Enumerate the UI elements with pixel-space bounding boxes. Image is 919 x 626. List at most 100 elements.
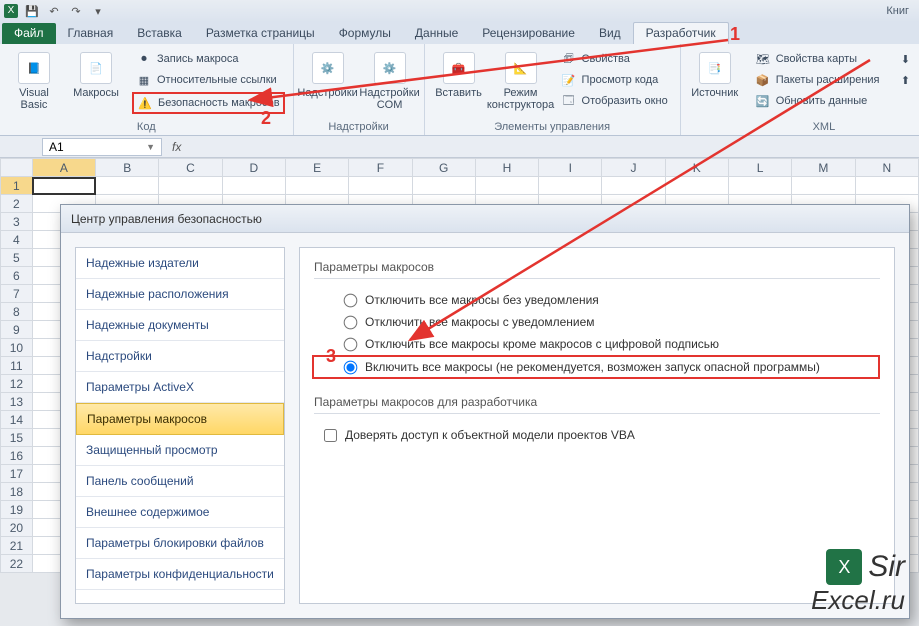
nav-item[interactable]: Надстройки <box>76 341 284 372</box>
macro-option[interactable]: Отключить все макросы с уведомлением <box>314 311 880 333</box>
column-header[interactable]: L <box>728 159 791 177</box>
macro-option[interactable]: Включить все макросы (не рекомендуется, … <box>312 355 880 379</box>
row-header[interactable]: 16 <box>1 447 33 465</box>
column-header[interactable]: A <box>32 159 95 177</box>
view-code-button[interactable]: 📝 Просмотр кода <box>557 71 672 89</box>
select-all-corner[interactable] <box>1 159 33 177</box>
column-header[interactable]: D <box>222 159 285 177</box>
macro-option[interactable]: Отключить все макросы без уведомления <box>314 289 880 311</box>
radio[interactable] <box>344 360 358 374</box>
map-properties-button[interactable]: 🗺 Свойства карты <box>751 50 884 68</box>
expansion-packs-button[interactable]: 📦 Пакеты расширения <box>751 71 884 89</box>
tab-view[interactable]: Вид <box>587 23 633 44</box>
column-header[interactable]: N <box>855 159 918 177</box>
cell[interactable] <box>285 177 348 195</box>
design-mode-button[interactable]: 📐 Режим конструктора <box>495 50 547 111</box>
nav-item[interactable]: Панель сообщений <box>76 466 284 497</box>
row-header[interactable]: 22 <box>1 555 33 573</box>
tab-insert[interactable]: Вставка <box>125 23 194 44</box>
redo-icon[interactable]: ↷ <box>68 3 84 19</box>
xml-export-button[interactable]: ⬆ Экспор <box>894 71 919 89</box>
name-box[interactable]: A1 ▼ <box>42 138 162 156</box>
xml-import-button[interactable]: ⬇ Импор <box>894 50 919 68</box>
cell[interactable] <box>96 177 159 195</box>
row-header[interactable]: 1 <box>1 177 33 195</box>
row-header[interactable]: 8 <box>1 303 33 321</box>
nav-item[interactable]: Параметры макросов <box>76 403 284 435</box>
row-header[interactable]: 18 <box>1 483 33 501</box>
cell[interactable] <box>222 177 285 195</box>
nav-item[interactable]: Защищенный просмотр <box>76 435 284 466</box>
insert-controls-button[interactable]: 🧰 Вставить <box>433 50 485 99</box>
nav-item[interactable]: Параметры блокировки файлов <box>76 528 284 559</box>
row-header[interactable]: 6 <box>1 267 33 285</box>
macro-option[interactable]: Отключить все макросы кроме макросов с ц… <box>314 333 880 355</box>
tab-data[interactable]: Данные <box>403 23 470 44</box>
nav-item[interactable]: Надежные расположения <box>76 279 284 310</box>
row-header[interactable]: 9 <box>1 321 33 339</box>
tab-page-layout[interactable]: Разметка страницы <box>194 23 327 44</box>
cell[interactable] <box>475 177 538 195</box>
row-header[interactable]: 10 <box>1 339 33 357</box>
row-header[interactable]: 3 <box>1 213 33 231</box>
save-icon[interactable]: 💾 <box>24 3 40 19</box>
column-header[interactable]: J <box>602 159 665 177</box>
radio[interactable] <box>344 293 358 307</box>
tab-developer[interactable]: Разработчик <box>633 22 729 44</box>
column-header[interactable]: E <box>285 159 348 177</box>
trust-vba-checkbox[interactable] <box>324 429 337 442</box>
cell[interactable] <box>602 177 665 195</box>
column-header[interactable]: C <box>159 159 222 177</box>
cell[interactable] <box>855 177 918 195</box>
refresh-data-button[interactable]: 🔄 Обновить данные <box>751 92 884 110</box>
visual-basic-button[interactable]: 📘 Visual Basic <box>8 50 60 111</box>
column-header[interactable]: B <box>96 159 159 177</box>
row-header[interactable]: 13 <box>1 393 33 411</box>
cell[interactable] <box>539 177 602 195</box>
column-header[interactable]: G <box>412 159 475 177</box>
cell[interactable] <box>412 177 475 195</box>
qat-dropdown-icon[interactable]: ▾ <box>90 3 106 19</box>
row-header[interactable]: 5 <box>1 249 33 267</box>
row-header[interactable]: 21 <box>1 537 33 555</box>
radio[interactable] <box>344 337 358 351</box>
row-header[interactable]: 17 <box>1 465 33 483</box>
com-addins-button[interactable]: ⚙️ Надстройки COM <box>364 50 416 111</box>
cell[interactable] <box>728 177 791 195</box>
nav-item[interactable]: Внешнее содержимое <box>76 497 284 528</box>
addins-button[interactable]: ⚙️ Надстройки <box>302 50 354 99</box>
row-header[interactable]: 12 <box>1 375 33 393</box>
macros-button[interactable]: 📄 Макросы <box>70 50 122 99</box>
row-header[interactable]: 19 <box>1 501 33 519</box>
xml-source-button[interactable]: 📑 Источник <box>689 50 741 99</box>
fx-icon[interactable]: fx <box>172 140 181 154</box>
row-header[interactable]: 15 <box>1 429 33 447</box>
cell[interactable] <box>792 177 855 195</box>
row-header[interactable]: 14 <box>1 411 33 429</box>
tab-review[interactable]: Рецензирование <box>470 23 587 44</box>
cell[interactable] <box>665 177 728 195</box>
tab-file[interactable]: Файл <box>2 23 56 44</box>
undo-icon[interactable]: ↶ <box>46 3 62 19</box>
chevron-down-icon[interactable]: ▼ <box>146 142 155 152</box>
row-header[interactable]: 7 <box>1 285 33 303</box>
nav-item[interactable]: Надежные документы <box>76 310 284 341</box>
column-header[interactable]: K <box>665 159 728 177</box>
cell[interactable] <box>159 177 222 195</box>
properties-button[interactable]: 🗊 Свойства <box>557 50 672 68</box>
relative-references-button[interactable]: ▦ Относительные ссылки <box>132 71 285 89</box>
column-header[interactable]: I <box>539 159 602 177</box>
row-header[interactable]: 20 <box>1 519 33 537</box>
tab-formulas[interactable]: Формулы <box>327 23 403 44</box>
cell[interactable] <box>349 177 412 195</box>
row-header[interactable]: 11 <box>1 357 33 375</box>
row-header[interactable]: 4 <box>1 231 33 249</box>
record-macro-button[interactable]: ⏺ Запись макроса <box>132 50 285 68</box>
column-header[interactable]: M <box>792 159 855 177</box>
trust-vba-checkbox-row[interactable]: Доверять доступ к объектной модели проек… <box>314 424 880 446</box>
radio[interactable] <box>344 315 358 329</box>
column-header[interactable]: F <box>349 159 412 177</box>
nav-item[interactable]: Параметры конфиденциальности <box>76 559 284 590</box>
column-header[interactable]: H <box>475 159 538 177</box>
nav-item[interactable]: Надежные издатели <box>76 248 284 279</box>
